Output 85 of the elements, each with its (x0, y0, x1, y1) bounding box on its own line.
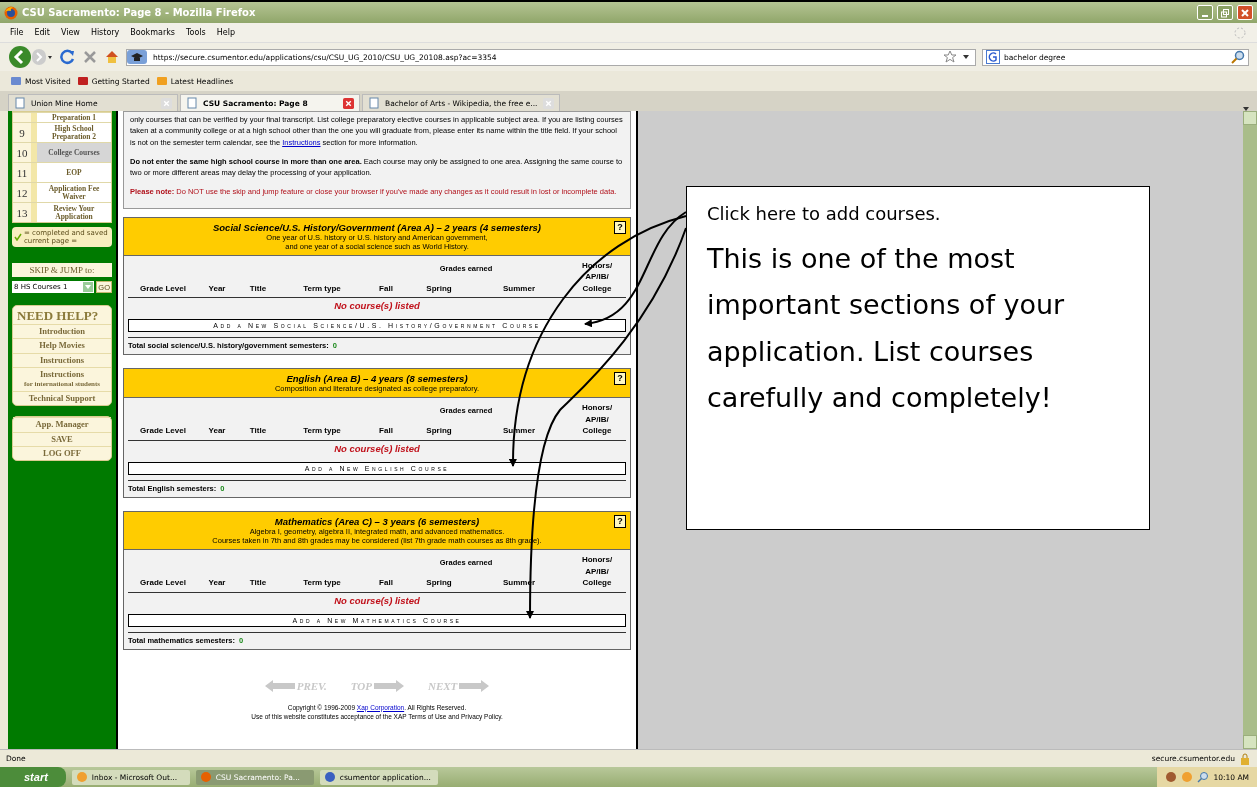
scrollbar[interactable] (1243, 111, 1257, 749)
column-header: Fall (378, 577, 394, 589)
star-icon[interactable] (943, 50, 957, 64)
account-link[interactable]: App. Manager (13, 417, 111, 432)
column-header: Grade Level (139, 577, 187, 589)
tab-close-icon[interactable] (343, 97, 354, 109)
bookmark-icon (10, 75, 22, 87)
menu-item[interactable]: View (60, 28, 80, 37)
menu-item[interactable]: Tools (186, 28, 206, 37)
help-button[interactable]: ? (614, 515, 626, 529)
column-header: Year (207, 282, 227, 295)
reload-icon[interactable] (60, 49, 76, 65)
column-header: Honors/ AP/IB/ College (580, 402, 614, 438)
menu-item[interactable]: File (10, 28, 24, 37)
caret-icon[interactable] (963, 55, 969, 59)
empty-message: No course(s) listed (333, 442, 421, 457)
tab-list-caret-icon[interactable] (1243, 107, 1249, 111)
help-link[interactable]: Instructions (13, 352, 111, 368)
column-header: Title (248, 425, 268, 438)
graduation-cap-icon (127, 50, 147, 64)
restore-button[interactable] (1217, 5, 1233, 20)
empty-message: No course(s) listed (333, 299, 421, 314)
minimize-icon (1202, 14, 1208, 17)
callout-text: This is one of the most important sections of your application. List courses carefully and completely! (707, 242, 1066, 416)
start-button[interactable]: start (0, 767, 66, 787)
page-icon (368, 97, 380, 109)
column-header: Grade Level (139, 425, 187, 438)
page-icon (14, 97, 26, 109)
menu-item[interactable]: History (90, 28, 120, 37)
column-header: Spring (425, 577, 453, 589)
dropdown-icon (83, 282, 94, 292)
section-title: Social Science/U.S. History/Government (Area A) – 2 years (4 semesters) (211, 221, 543, 233)
account-link[interactable]: SAVE (13, 431, 111, 447)
column-header: Year (207, 577, 227, 589)
page-icon (186, 97, 198, 109)
column-header: Term type (302, 282, 342, 295)
google-icon[interactable] (986, 50, 1000, 64)
column-header: Honors/ AP/IB/ College (580, 554, 614, 589)
column-header: Grade Level (139, 282, 187, 295)
column-header: Title (248, 577, 268, 589)
close-icon (1240, 7, 1250, 18)
column-header: Fall (378, 425, 394, 438)
window-title: CSU Sacramento: Page 8 - Mozilla Firefox (22, 7, 256, 18)
app-icon (199, 771, 212, 783)
section-title: Mathematics (Area C) – 3 years (6 semesters) (273, 516, 481, 528)
bookmark-icon (76, 75, 89, 87)
column-header: Term type (302, 425, 342, 438)
check-icon (14, 233, 22, 241)
column-header: Title (248, 282, 268, 295)
need-help-logo: NEED HELP? (16, 307, 100, 324)
account-link[interactable]: LOG OFF (13, 446, 111, 461)
callout-heading: Click here to add courses. (707, 203, 942, 224)
column-header: Fall (378, 282, 394, 295)
help-link[interactable]: Technical Support (13, 391, 111, 406)
help-link[interactable]: Introduction (13, 324, 111, 339)
tray-icon[interactable] (1165, 771, 1178, 783)
column-header: Spring (425, 282, 453, 295)
search-icon[interactable] (1231, 50, 1245, 64)
app-icon (75, 771, 88, 783)
column-header: Spring (425, 425, 453, 438)
help-button[interactable]: ? (614, 220, 626, 234)
column-header: Term type (302, 577, 342, 589)
app-icon (323, 771, 336, 783)
skip-jump-label: SKIP & JUMP to: (12, 263, 112, 277)
menu-item[interactable]: Edit (34, 28, 50, 37)
firefox-icon (4, 5, 18, 20)
column-header: Year (207, 425, 227, 438)
menu-item[interactable]: Help (216, 28, 235, 37)
lock-icon (1239, 752, 1251, 765)
column-header: Summer (502, 282, 536, 295)
bookmark-icon (155, 75, 168, 87)
help-link[interactable]: Help Movies (13, 338, 111, 353)
stop-icon[interactable] (82, 49, 98, 65)
empty-message: No course(s) listed (333, 593, 421, 608)
back-button[interactable] (8, 45, 32, 69)
home-icon[interactable] (104, 49, 120, 65)
close-button[interactable] (1237, 5, 1253, 20)
section-title: English (Area B) – 4 years (8 semesters) (285, 373, 469, 385)
restore-icon (1220, 7, 1230, 18)
search-icon[interactable] (1197, 771, 1210, 783)
help-button[interactable]: ? (614, 372, 626, 386)
forward-button[interactable] (32, 49, 54, 65)
minimize-button[interactable] (1197, 5, 1213, 20)
menu-item[interactable]: Bookmarks (130, 28, 176, 37)
throbber-icon (1233, 25, 1247, 40)
